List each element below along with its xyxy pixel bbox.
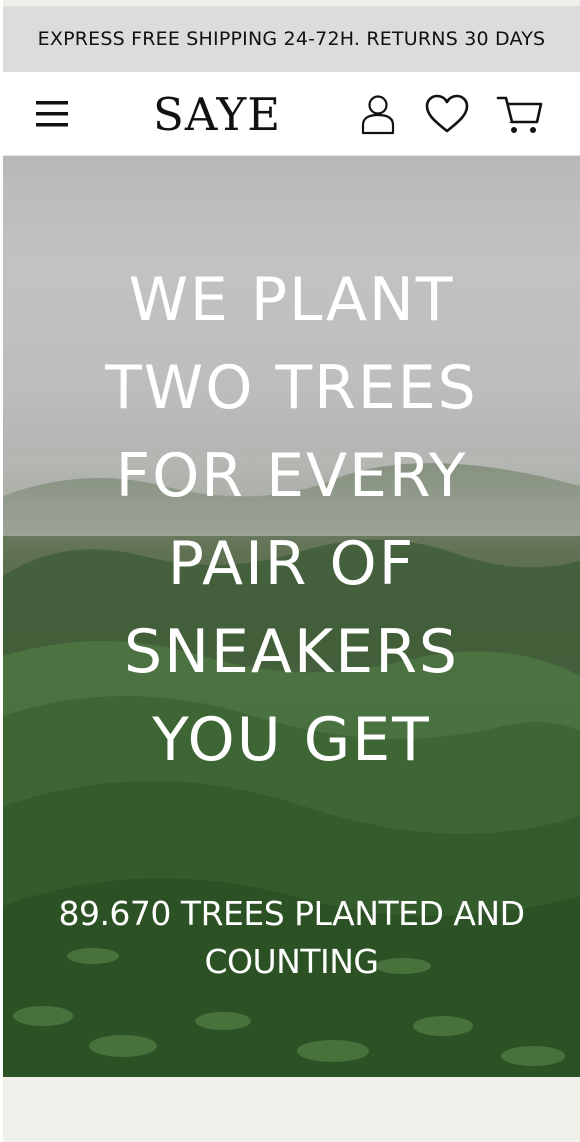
headline-line: TWO TREES: [105, 353, 478, 423]
menu-button[interactable]: [33, 96, 73, 132]
user-icon: [361, 95, 395, 135]
counter-line: 89.670 TREES PLANTED AND: [58, 894, 525, 933]
cart-button[interactable]: [495, 92, 545, 136]
account-button[interactable]: [359, 92, 397, 136]
brand-logo[interactable]: SAYE: [153, 86, 293, 142]
headline-line: PAIR OF: [167, 529, 416, 599]
promo-text: EXPRESS FREE SHIPPING 24-72H. RETURNS 30…: [37, 28, 546, 50]
promo-banner: EXPRESS FREE SHIPPING 24-72H. RETURNS 30…: [3, 6, 580, 72]
trees-planted-counter: 89.670 TREES PLANTED AND COUNTING: [3, 890, 580, 986]
headline-line: WE PLANT: [128, 265, 455, 335]
shopping-cart-icon: [496, 96, 543, 133]
hamburger-menu-icon: [36, 101, 68, 127]
counter-line: COUNTING: [204, 942, 379, 981]
page-content-area: [3, 1077, 580, 1142]
headline-line: FOR EVERY: [115, 441, 468, 511]
hero-headline: WE PLANT TWO TREES FOR EVERY PAIR OF SNE…: [3, 256, 580, 784]
heart-icon: [425, 94, 469, 133]
hero-banner[interactable]: WE PLANT TWO TREES FOR EVERY PAIR OF SNE…: [3, 156, 580, 1077]
wishlist-button[interactable]: [423, 92, 471, 136]
site-header: SAYE: [3, 72, 580, 156]
headline-line: YOU GET: [152, 705, 431, 775]
headline-line: SNEAKERS: [124, 617, 459, 687]
